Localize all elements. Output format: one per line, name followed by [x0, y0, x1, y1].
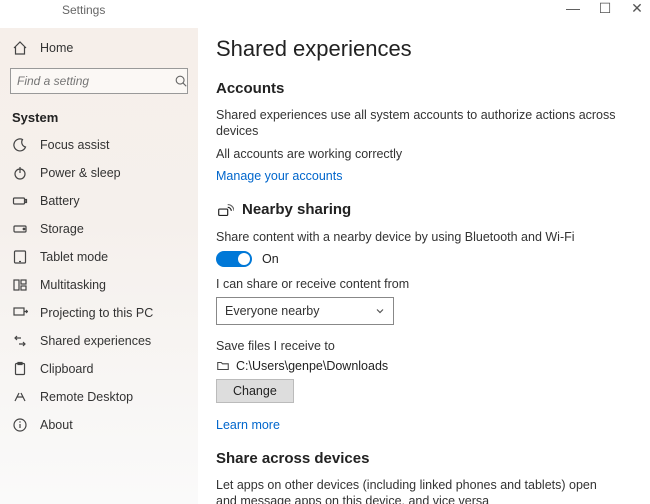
across-section: Share across devices Let apps on other d…	[216, 450, 632, 504]
nearby-toggle-label: On	[262, 252, 279, 266]
projecting-icon	[12, 305, 28, 321]
sidebar-item-battery[interactable]: Battery	[0, 187, 198, 215]
nearby-sharing-icon	[216, 201, 234, 219]
folder-icon	[216, 359, 230, 373]
sidebar-item-focus-assist[interactable]: Focus assist	[0, 131, 198, 159]
sidebar-item-label: Shared experiences	[40, 334, 151, 348]
page-title: Shared experiences	[216, 36, 632, 62]
sidebar-item-remote-desktop[interactable]: Remote Desktop	[0, 383, 198, 411]
sidebar-item-power-sleep[interactable]: Power & sleep	[0, 159, 198, 187]
titlebar: Settings — ☐ ✕	[0, 0, 650, 28]
share-caption: I can share or receive content from	[216, 277, 632, 291]
search-icon	[174, 74, 188, 88]
sidebar-item-label: Remote Desktop	[40, 390, 133, 404]
storage-icon	[12, 221, 28, 237]
search-input[interactable]	[17, 74, 174, 88]
sidebar-item-multitasking[interactable]: Multitasking	[0, 271, 198, 299]
sidebar-section-heading: System	[0, 100, 198, 131]
sidebar-item-projecting[interactable]: Projecting to this PC	[0, 299, 198, 327]
sidebar-item-label: Multitasking	[40, 278, 106, 292]
sidebar-item-clipboard[interactable]: Clipboard	[0, 355, 198, 383]
dropdown-value: Everyone nearby	[225, 304, 320, 318]
shared-icon	[12, 333, 28, 349]
close-button[interactable]: ✕	[630, 0, 644, 17]
moon-icon	[12, 137, 28, 153]
multitasking-icon	[12, 277, 28, 293]
accounts-status: All accounts are working correctly	[216, 146, 616, 162]
accounts-desc: Shared experiences use all system accoun…	[216, 107, 616, 140]
learn-more-link[interactable]: Learn more	[216, 418, 280, 432]
sidebar-item-storage[interactable]: Storage	[0, 215, 198, 243]
across-desc: Let apps on other devices (including lin…	[216, 477, 616, 504]
save-path-row: C:\Users\genpe\Downloads	[216, 359, 632, 373]
chevron-down-icon	[375, 306, 385, 316]
search-box[interactable]	[10, 68, 188, 94]
nearby-toggle[interactable]	[216, 251, 252, 267]
nearby-heading-row: Nearby sharing	[216, 201, 632, 219]
sidebar-item-label: Power & sleep	[40, 166, 121, 180]
sidebar-item-label: Tablet mode	[40, 250, 108, 264]
accounts-section: Accounts Shared experiences use all syst…	[216, 80, 632, 183]
sidebar-item-label: Battery	[40, 194, 80, 208]
window-controls: — ☐ ✕	[566, 0, 644, 17]
across-heading: Share across devices	[216, 450, 632, 467]
sidebar-home-label: Home	[40, 41, 73, 55]
remote-icon	[12, 389, 28, 405]
sidebar: Home System Focus assist Power & sleep B…	[0, 28, 198, 504]
app-title: Settings	[62, 3, 105, 17]
power-icon	[12, 165, 28, 181]
sidebar-item-label: Clipboard	[40, 362, 94, 376]
nearby-heading: Nearby sharing	[242, 201, 351, 218]
maximize-button[interactable]: ☐	[598, 0, 612, 17]
sidebar-home[interactable]: Home	[0, 34, 198, 62]
minimize-button[interactable]: —	[566, 0, 580, 17]
info-icon	[12, 417, 28, 433]
clipboard-icon	[12, 361, 28, 377]
content: Shared experiences Accounts Shared exper…	[198, 28, 650, 504]
save-caption: Save files I receive to	[216, 339, 632, 353]
manage-accounts-link[interactable]: Manage your accounts	[216, 169, 342, 183]
sidebar-item-label: Focus assist	[40, 138, 109, 152]
accounts-heading: Accounts	[216, 80, 632, 97]
sidebar-item-label: Storage	[40, 222, 84, 236]
share-scope-dropdown[interactable]: Everyone nearby	[216, 297, 394, 325]
nearby-desc: Share content with a nearby device by us…	[216, 229, 616, 245]
change-button[interactable]: Change	[216, 379, 294, 403]
sidebar-item-label: Projecting to this PC	[40, 306, 153, 320]
save-path: C:\Users\genpe\Downloads	[236, 359, 388, 373]
sidebar-item-label: About	[40, 418, 73, 432]
home-icon	[12, 40, 28, 56]
sidebar-item-about[interactable]: About	[0, 411, 198, 439]
battery-icon	[12, 193, 28, 209]
tablet-icon	[12, 249, 28, 265]
nearby-section: Nearby sharing Share content with a near…	[216, 201, 632, 432]
sidebar-item-shared-experiences[interactable]: Shared experiences	[0, 327, 198, 355]
sidebar-item-tablet-mode[interactable]: Tablet mode	[0, 243, 198, 271]
